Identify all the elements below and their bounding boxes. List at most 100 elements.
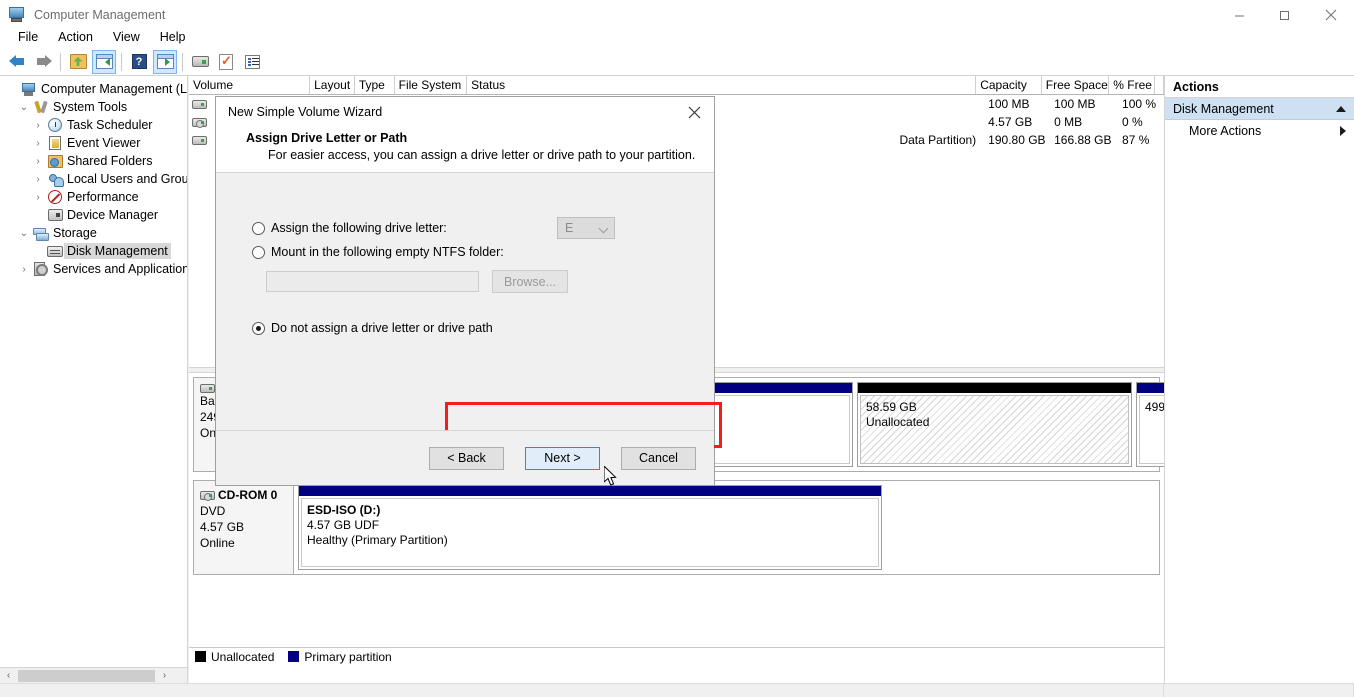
chevron-up-icon[interactable] bbox=[1336, 105, 1346, 112]
properties-icon[interactable] bbox=[188, 50, 212, 74]
scrollbar-thumb[interactable] bbox=[18, 669, 155, 682]
sidebar-horizontal-scrollbar[interactable]: ‹ › bbox=[0, 667, 187, 684]
legend-label-primary-partition: Primary partition bbox=[304, 649, 392, 664]
twisty-expanded[interactable]: ⌄ bbox=[16, 102, 32, 113]
radio-assign-drive-letter[interactable] bbox=[252, 221, 265, 235]
option-do-not-assign[interactable]: Do not assign a drive letter or drive pa… bbox=[252, 316, 714, 340]
back-button[interactable]: < Back bbox=[429, 446, 504, 470]
cell-capacity: 100 MB bbox=[988, 97, 1030, 111]
sidebar-item-event-viewer[interactable]: › Event Viewer bbox=[2, 134, 187, 152]
next-button[interactable]: Next > bbox=[525, 446, 600, 470]
sidebar-item-disk-management[interactable]: Disk Management bbox=[2, 242, 187, 260]
sidebar-item-task-scheduler[interactable]: › Task Scheduler bbox=[2, 116, 187, 134]
up-folder-icon[interactable] bbox=[66, 50, 90, 74]
column-volume[interactable]: Volume bbox=[189, 76, 311, 94]
scroll-right-icon[interactable]: › bbox=[156, 668, 173, 684]
actions-pane-title: Actions bbox=[1165, 76, 1354, 98]
sidebar-item-computer-management[interactable]: Computer Management (Local bbox=[2, 80, 187, 98]
option-mount-ntfs-folder[interactable]: Mount in the following empty NTFS folder… bbox=[252, 240, 714, 264]
cdrom0-media: DVD bbox=[200, 504, 226, 518]
show-action-pane-icon[interactable] bbox=[153, 49, 177, 74]
cdrom0-info: CD-ROM 0 DVD 4.57 GB Online bbox=[194, 481, 294, 574]
refresh-icon[interactable] bbox=[214, 50, 238, 74]
help-icon[interactable]: ? bbox=[127, 50, 151, 74]
actions-pane: Actions Disk Management More Actions bbox=[1164, 76, 1354, 683]
menu-help[interactable]: Help bbox=[150, 28, 196, 46]
partition-esd-iso[interactable]: ESD-ISO (D:) 4.57 GB UDF Healthy (Primar… bbox=[298, 485, 882, 570]
chevron-down-icon bbox=[598, 223, 609, 234]
menu-action[interactable]: Action bbox=[48, 28, 103, 46]
disk-icon bbox=[200, 384, 215, 393]
chevron-right-icon[interactable] bbox=[1340, 126, 1346, 136]
menu-view[interactable]: View bbox=[103, 28, 150, 46]
menu-file[interactable]: File bbox=[8, 28, 48, 46]
sidebar-item-services-and-applications[interactable]: › Services and Applications bbox=[2, 260, 187, 278]
column-filler bbox=[1155, 76, 1164, 94]
volume-list-header: Volume Layout Type File System Status Ca… bbox=[189, 76, 1164, 95]
column-type[interactable]: Type bbox=[355, 76, 395, 94]
disk-management-icon bbox=[46, 245, 64, 257]
partition-fs: 4.57 GB UDF bbox=[307, 518, 380, 532]
sidebar-item-storage[interactable]: ⌄ Storage bbox=[2, 224, 187, 242]
column-capacity[interactable]: Capacity bbox=[976, 76, 1042, 94]
scroll-left-icon[interactable]: ‹ bbox=[0, 668, 17, 684]
forward-arrow-icon[interactable] bbox=[31, 50, 55, 74]
twisty-collapsed[interactable]: › bbox=[30, 192, 46, 203]
console-tree: Computer Management (Local ⌄ System Tool… bbox=[0, 76, 187, 278]
actions-item-more-actions[interactable]: More Actions bbox=[1165, 120, 1354, 142]
column-pct-free[interactable]: % Free bbox=[1109, 76, 1156, 94]
partition-body: 499 MB bbox=[1139, 395, 1164, 464]
twisty-expanded[interactable]: ⌄ bbox=[16, 228, 32, 239]
option-label-mount-ntfs-folder: Mount in the following empty NTFS folder… bbox=[271, 245, 504, 259]
column-status[interactable]: Status bbox=[467, 76, 977, 94]
tools-icon bbox=[32, 100, 50, 114]
legend-swatch-primary-partition bbox=[288, 651, 300, 662]
dialog-footer: < Back Next > Cancel bbox=[216, 430, 714, 485]
export-list-icon[interactable] bbox=[240, 50, 264, 74]
column-file-system[interactable]: File System bbox=[395, 76, 468, 94]
actions-group-disk-management[interactable]: Disk Management bbox=[1165, 98, 1354, 120]
sidebar-item-device-manager[interactable]: Device Manager bbox=[2, 206, 187, 224]
legend-swatch-unallocated bbox=[195, 651, 206, 662]
twisty-collapsed[interactable]: › bbox=[30, 174, 46, 185]
column-free-space[interactable]: Free Space bbox=[1042, 76, 1110, 94]
console-tree-pane: Computer Management (Local ⌄ System Tool… bbox=[0, 76, 188, 683]
disk-row-cdrom0[interactable]: CD-ROM 0 DVD 4.57 GB Online ESD-ISO (D:)… bbox=[193, 480, 1160, 575]
partition-unallocated[interactable]: 58.59 GB Unallocated bbox=[857, 382, 1132, 467]
sidebar-label-device-manager: Device Manager bbox=[67, 208, 159, 222]
cell-capacity: 4.57 GB bbox=[988, 115, 1033, 129]
dialog-header: Assign Drive Letter or Path For easier a… bbox=[216, 127, 714, 173]
twisty-collapsed[interactable]: › bbox=[30, 120, 46, 131]
cell-free-space: 0 MB bbox=[1054, 115, 1083, 129]
dialog-body: Assign the following drive letter: E Mou… bbox=[216, 181, 714, 430]
column-layout[interactable]: Layout bbox=[310, 76, 355, 94]
back-arrow-icon[interactable] bbox=[5, 50, 29, 74]
drive-letter-select[interactable]: E bbox=[557, 217, 615, 239]
twisty-collapsed[interactable]: › bbox=[30, 156, 46, 167]
mount-path-input[interactable] bbox=[266, 271, 479, 292]
sidebar-label-storage: Storage bbox=[53, 226, 97, 240]
radio-do-not-assign[interactable] bbox=[252, 321, 265, 335]
twisty-collapsed[interactable]: › bbox=[16, 264, 32, 275]
show-console-tree-icon[interactable] bbox=[92, 49, 116, 74]
partition-recovery[interactable]: 499 MB bbox=[1136, 382, 1164, 467]
sidebar-item-local-users-and-groups[interactable]: › Local Users and Groups bbox=[2, 170, 187, 188]
radio-mount-ntfs-folder[interactable] bbox=[252, 245, 265, 259]
computer-management-icon bbox=[8, 6, 26, 24]
browse-button[interactable]: Browse... bbox=[492, 270, 568, 293]
clock-icon bbox=[46, 118, 64, 132]
option-label-assign-drive-letter: Assign the following drive letter: bbox=[271, 221, 447, 235]
status-cell-main bbox=[0, 684, 1164, 697]
sidebar-item-system-tools[interactable]: ⌄ System Tools bbox=[2, 98, 187, 116]
sidebar-item-performance[interactable]: › Performance bbox=[2, 188, 187, 206]
dialog-close-button[interactable] bbox=[674, 97, 714, 127]
option-assign-drive-letter[interactable]: Assign the following drive letter: E bbox=[252, 216, 714, 240]
cd-icon bbox=[192, 117, 207, 128]
legend-label-unallocated: Unallocated bbox=[211, 649, 275, 664]
cancel-button[interactable]: Cancel bbox=[621, 446, 696, 470]
computer-icon bbox=[20, 82, 38, 96]
sidebar-item-shared-folders[interactable]: › Shared Folders bbox=[2, 152, 187, 170]
twisty-collapsed[interactable]: › bbox=[30, 138, 46, 149]
window-title: Computer Management bbox=[34, 8, 166, 22]
shared-folders-icon bbox=[46, 154, 64, 168]
